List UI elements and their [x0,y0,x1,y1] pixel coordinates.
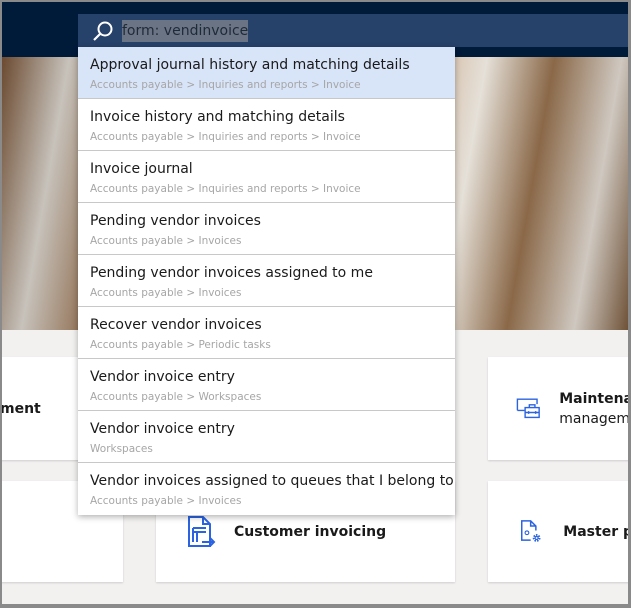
result-title: Vendor invoices assigned to queues that … [90,473,454,489]
tile-maintenance-management[interactable]: Maintena managem [488,357,628,460]
document-gear-icon [521,519,541,542]
tile-label-line1: Maintena [559,390,628,407]
search-result-item[interactable]: Invoice history and matching details Acco… [78,99,455,151]
toolbox-monitor-icon [516,397,540,418]
search-result-item[interactable]: Approval journal history and matching de… [78,47,455,99]
tile-label-line2: managem [559,410,628,427]
invoice-document-icon [188,515,216,547]
result-path: Accounts payable > Inquiries and reports… [90,183,361,195]
result-title: Recover vendor invoices [90,317,262,333]
result-path: Accounts payable > Inquiries and reports… [90,131,361,143]
tile-master-planning[interactable]: Master p [488,481,628,582]
result-title: Pending vendor invoices assigned to me [90,265,373,281]
result-path: Accounts payable > Invoices [90,287,242,299]
result-path: Accounts payable > Invoices [90,495,242,507]
search-results-dropdown: Approval journal history and matching de… [78,47,455,515]
search-icon[interactable] [92,20,114,42]
tile-label: Customer invoicing [234,523,387,540]
result-path: Workspaces [90,443,153,455]
result-title: Pending vendor invoices [90,213,261,229]
search-result-item[interactable]: Invoice journal Accounts payable > Inquir… [78,151,455,203]
search-result-item[interactable]: Pending vendor invoices assigned to me Ac… [78,255,455,307]
result-title: Invoice journal [90,161,193,177]
tile-label: ment [2,400,41,417]
result-path: Accounts payable > Workspaces [90,391,262,403]
result-title: Approval journal history and matching de… [90,57,410,73]
app-window: ment Customer invoicing Maintena managem… [2,2,628,604]
tile-label: Master p [563,523,628,540]
search-result-item[interactable]: Pending vendor invoices Accounts payable … [78,203,455,255]
result-path: Accounts payable > Invoices [90,235,242,247]
result-path: Accounts payable > Periodic tasks [90,339,271,351]
search-bar[interactable]: form: vendinvoice [78,14,628,47]
search-result-item[interactable]: Vendor invoice entry Workspaces [78,411,455,463]
result-title: Invoice history and matching details [90,109,345,125]
result-path: Accounts payable > Inquiries and reports… [90,79,361,91]
result-title: Vendor invoice entry [90,421,235,437]
search-result-item[interactable]: Vendor invoices assigned to queues that … [78,463,455,515]
result-title: Vendor invoice entry [90,369,235,385]
search-input[interactable]: form: vendinvoice [122,19,249,42]
search-result-item[interactable]: Vendor invoice entry Accounts payable > W… [78,359,455,411]
search-result-item[interactable]: Recover vendor invoices Accounts payable … [78,307,455,359]
